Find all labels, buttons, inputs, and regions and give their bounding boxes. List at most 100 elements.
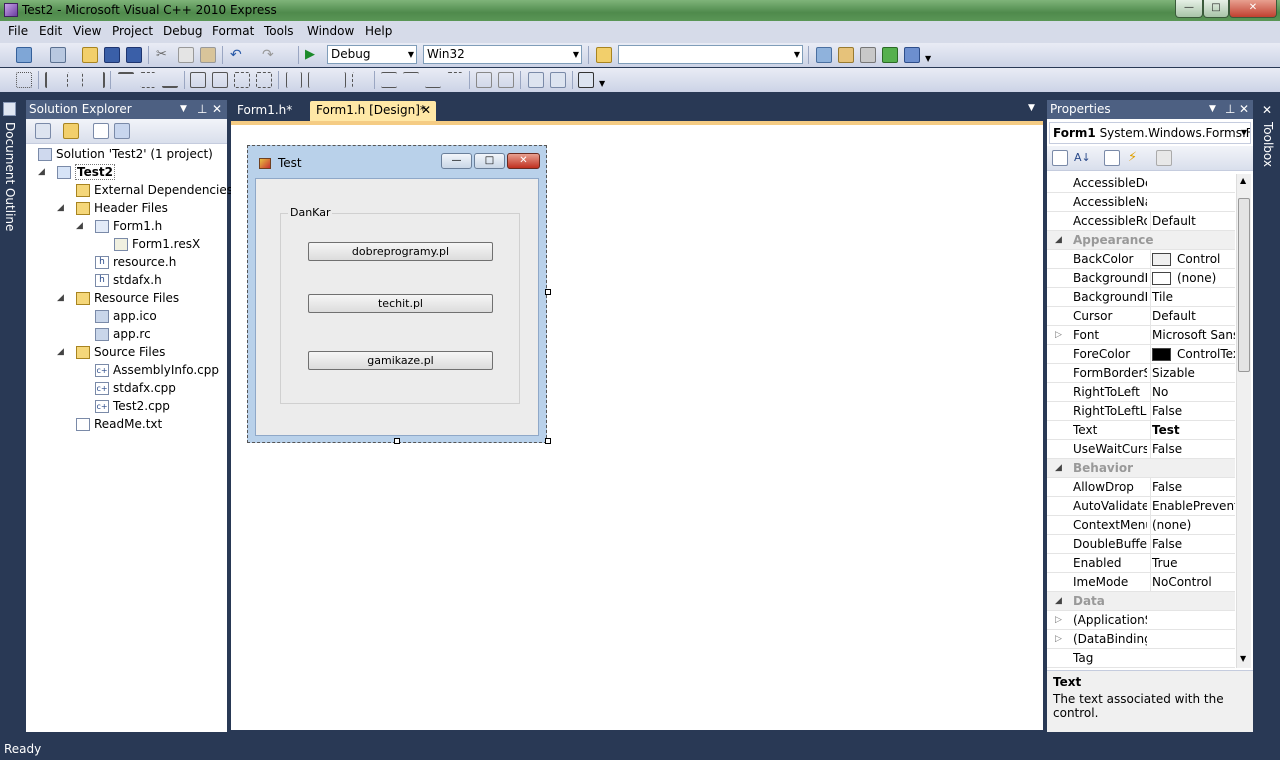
expand-arrow-icon[interactable]: ◢ xyxy=(38,163,45,181)
expand-arrow-icon[interactable]: ◢ xyxy=(57,343,64,361)
vertical-spacing-equal-icon[interactable] xyxy=(381,72,397,88)
property-row[interactable]: ▷ (ApplicationS xyxy=(1047,611,1235,630)
button-gamikaze[interactable]: gamikaze.pl xyxy=(308,351,493,370)
toolbox-tab[interactable]: ✕ Toolbox xyxy=(1257,100,1280,732)
minimize-button[interactable]: — xyxy=(1175,0,1203,18)
menu-edit[interactable]: Edit xyxy=(39,24,62,38)
tree-item-resource-files[interactable]: Resource Files xyxy=(76,289,179,307)
chevron-down-icon[interactable]: ▼ xyxy=(1209,100,1216,119)
resize-handle-corner[interactable] xyxy=(545,438,551,444)
tab-form1-design[interactable]: Form1.h [Design]* ✕ xyxy=(310,101,436,121)
menu-project[interactable]: Project xyxy=(112,24,153,38)
increase-vertical-spacing-icon[interactable] xyxy=(403,72,419,88)
button-techit[interactable]: techit.pl xyxy=(308,294,493,313)
make-same-height-icon[interactable] xyxy=(234,72,250,88)
property-row[interactable]: BackColor Control xyxy=(1047,250,1235,269)
property-row[interactable]: UseWaitCurscFalse xyxy=(1047,440,1235,459)
toolbox-icon[interactable] xyxy=(904,47,920,63)
chevron-down-icon[interactable]: ▼ xyxy=(1028,103,1035,113)
save-all-icon[interactable] xyxy=(126,47,142,63)
align-bottoms-icon[interactable] xyxy=(162,72,178,88)
center-horizontally-icon[interactable] xyxy=(476,72,492,88)
alphabetical-icon[interactable]: A↓ xyxy=(1074,150,1091,166)
save-icon[interactable] xyxy=(104,47,120,63)
close-tab-icon[interactable]: ✕ xyxy=(421,101,431,120)
close-icon[interactable]: ✕ xyxy=(212,100,222,119)
toolbar-overflow-icon[interactable]: ▼ xyxy=(599,72,607,88)
expand-arrow-icon[interactable]: ▷ xyxy=(1055,630,1062,648)
designer-canvas[interactable]: Test — □ ✕ DanKar dobreprogramy.pl techi… xyxy=(231,121,1043,730)
tree-item-test2-cpp[interactable]: c+ Test2.cpp xyxy=(95,397,170,415)
designer-form[interactable]: Test — □ ✕ DanKar dobreprogramy.pl techi… xyxy=(247,145,547,443)
property-row[interactable]: ▷ (DataBindings xyxy=(1047,630,1235,649)
property-row[interactable]: AccessibleRol Default xyxy=(1047,212,1235,231)
property-grid-scrollbar[interactable]: ▲ ▼ xyxy=(1236,174,1251,668)
align-to-grid-icon[interactable] xyxy=(16,72,32,88)
menu-help[interactable]: Help xyxy=(365,24,392,38)
categorized-icon[interactable] xyxy=(1052,150,1068,166)
expand-arrow-icon[interactable]: ◢ xyxy=(76,217,83,235)
menu-tools[interactable]: Tools xyxy=(264,24,294,38)
resize-handle-bottom[interactable] xyxy=(394,438,400,444)
tree-item-app-ico[interactable]: app.ico xyxy=(95,307,157,325)
maximize-button[interactable]: □ xyxy=(1203,0,1229,18)
cut-icon[interactable]: ✂ xyxy=(156,47,172,63)
property-category[interactable]: ◢ Behavior xyxy=(1047,459,1235,478)
tree-item-external-dependencies[interactable]: External Dependencies xyxy=(76,181,233,199)
center-vertically-icon[interactable] xyxy=(498,72,514,88)
menu-view[interactable]: View xyxy=(73,24,101,38)
decrease-vertical-spacing-icon[interactable] xyxy=(425,72,441,88)
configuration-select[interactable]: Debug ▼ xyxy=(327,45,417,64)
tools-icon[interactable] xyxy=(860,47,876,63)
menu-debug[interactable]: Debug xyxy=(163,24,202,38)
property-row[interactable]: DoubleBuffer False xyxy=(1047,535,1235,554)
tree-item-source-files[interactable]: Source Files xyxy=(76,343,165,361)
expand-arrow-icon[interactable]: ◢ xyxy=(57,289,64,307)
properties-window-icon[interactable] xyxy=(838,47,854,63)
remove-horizontal-spacing-icon[interactable] xyxy=(352,72,368,88)
pin-icon[interactable]: ⊥ xyxy=(197,100,207,119)
property-row[interactable]: RightToLeftLa False xyxy=(1047,402,1235,421)
scrollbar-thumb[interactable] xyxy=(1238,198,1250,372)
view-code-icon[interactable] xyxy=(93,123,109,139)
align-centers-icon[interactable] xyxy=(67,72,83,88)
properties-view-icon[interactable] xyxy=(1104,150,1120,166)
property-row[interactable]: BackgroundIr (none) xyxy=(1047,269,1235,288)
resize-handle-right[interactable] xyxy=(545,289,551,295)
copy-icon[interactable] xyxy=(178,47,194,63)
export-icon[interactable] xyxy=(882,47,898,63)
property-category[interactable]: ◢ Appearance xyxy=(1047,231,1235,250)
button-dobreprogramy[interactable]: dobreprogramy.pl xyxy=(308,242,493,261)
menu-window[interactable]: Window xyxy=(307,24,354,38)
tree-item-header-files[interactable]: Header Files xyxy=(76,199,168,217)
show-all-files-icon[interactable] xyxy=(35,123,51,139)
tree-item-form1-resx[interactable]: Form1.resX xyxy=(114,235,200,253)
chevron-down-icon[interactable]: ▼ xyxy=(180,100,187,119)
undo-icon[interactable]: ↶ xyxy=(230,47,246,63)
menu-file[interactable]: File xyxy=(8,24,28,38)
align-lefts-icon[interactable] xyxy=(45,72,61,88)
platform-select[interactable]: Win32 ▼ xyxy=(423,45,582,64)
tree-item-stdafx-cpp[interactable]: c+ stdafx.cpp xyxy=(95,379,176,397)
property-row[interactable]: AllowDrop False xyxy=(1047,478,1235,497)
property-row[interactable]: AccessibleNar xyxy=(1047,193,1235,212)
property-row[interactable]: ForeColor ControlTex xyxy=(1047,345,1235,364)
tree-item-project[interactable]: Test2 xyxy=(57,163,115,181)
redo-icon[interactable]: ↷ xyxy=(262,47,278,63)
tree-item-readme-txt[interactable]: ReadMe.txt xyxy=(76,415,162,433)
property-row[interactable]: RightToLeft No xyxy=(1047,383,1235,402)
expand-arrow-icon[interactable]: ◢ xyxy=(57,199,64,217)
horizontal-spacing-equal-icon[interactable] xyxy=(286,72,302,88)
send-to-back-icon[interactable] xyxy=(550,72,566,88)
close-icon[interactable]: ✕ xyxy=(1239,100,1249,119)
make-same-width-icon[interactable] xyxy=(190,72,206,88)
tree-item-form1-h[interactable]: Form1.h xyxy=(95,217,162,235)
events-icon[interactable]: ⚡ xyxy=(1128,150,1144,166)
decrease-horizontal-spacing-icon[interactable] xyxy=(330,72,346,88)
property-row-text[interactable]: Text Test xyxy=(1047,421,1235,440)
expand-arrow-icon[interactable]: ▷ xyxy=(1055,611,1062,629)
property-row[interactable]: AutoValidateEnablePreventFc xyxy=(1047,497,1235,516)
tree-item-solution[interactable]: Solution 'Test2' (1 project) xyxy=(38,145,213,163)
find-in-files-icon[interactable] xyxy=(596,47,612,63)
scroll-down-icon[interactable]: ▼ xyxy=(1240,654,1246,663)
